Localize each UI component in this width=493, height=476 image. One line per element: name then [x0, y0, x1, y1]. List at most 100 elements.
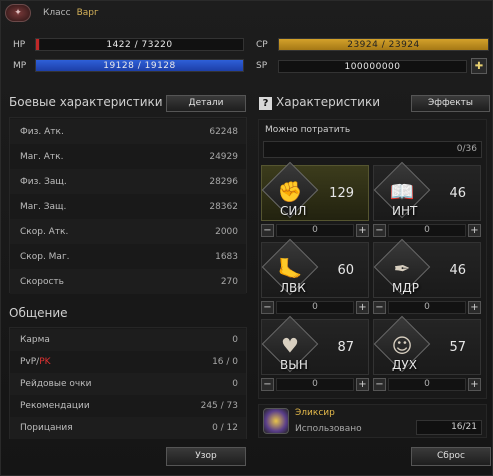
- stat-card[interactable]: ☺ ДУХ 57: [373, 315, 481, 375]
- stat-controls: −0 +: [261, 377, 369, 391]
- pvp-label: PvP/: [20, 357, 40, 367]
- social-row-recommendations: Рекомендации 245 / 73: [10, 395, 246, 417]
- stat-tile-1: 📖 ИНТ 46 −0 +: [373, 161, 481, 239]
- cp-value: 23924 / 23924: [347, 40, 420, 50]
- combat-stats-panel: Физ. Атк. 62248 Маг. Атк. 24929 Физ. Защ. 282…: [9, 117, 247, 294]
- combat-stat-row: Физ. Защ. 28296: [10, 169, 246, 194]
- effects-button[interactable]: Эффекты: [411, 95, 490, 112]
- mp-label: MP: [13, 60, 27, 71]
- social-row-pvp: PvP/PK 16 / 0: [10, 351, 246, 373]
- help-icon[interactable]: ?: [259, 97, 272, 110]
- stat-value: 46: [449, 263, 466, 278]
- stat-plus-button[interactable]: +: [468, 377, 481, 391]
- social-row-karma: Карма 0: [10, 329, 246, 351]
- stat-value: 57: [449, 340, 466, 355]
- combat-stat-row: Маг. Атк. 24929: [10, 144, 246, 169]
- stat-controls: −0 +: [373, 377, 481, 391]
- combat-stat-label: Маг. Атк.: [20, 151, 64, 162]
- stat-plus-button[interactable]: +: [356, 377, 369, 391]
- stat-tile-3: ✒ МДР 46−0 +: [373, 238, 481, 316]
- stat-name: ВЫН: [280, 358, 308, 372]
- stat-controls: −0 +: [261, 223, 369, 237]
- elixir-title: Эликсир: [295, 408, 335, 418]
- stat-plus-button[interactable]: +: [356, 300, 369, 314]
- combat-stat-label: Физ. Защ.: [20, 176, 67, 187]
- reset-button[interactable]: Сброс: [411, 447, 491, 466]
- combat-stat-row: Маг. Защ. 28362: [10, 194, 246, 219]
- social-row-label: Рекомендации: [20, 401, 90, 411]
- details-button[interactable]: Детали: [166, 95, 246, 112]
- cp-bar: 23924 / 23924: [278, 38, 489, 51]
- social-row-label: Порицания: [20, 423, 73, 433]
- stat-plus-button[interactable]: +: [468, 223, 481, 237]
- stat-points-input[interactable]: 0: [276, 377, 354, 391]
- stat-tile-5: ☺ ДУХ 57−0 +: [373, 315, 481, 393]
- can-spend-field: 0/36: [263, 141, 482, 158]
- character-info-window: ✦ Класс Варг HP 1422 / 73220 MP 19128 / …: [0, 0, 493, 476]
- sp-bonus-button[interactable]: ✚: [471, 58, 487, 74]
- pk-label: PK: [39, 357, 51, 367]
- stat-name: СИЛ: [280, 204, 307, 218]
- combat-stat-row: Физ. Атк. 62248: [10, 119, 246, 144]
- stat-points-input[interactable]: 0: [388, 223, 466, 237]
- combat-stat-label: Скорость: [20, 276, 64, 287]
- combat-stat-label: Физ. Атк.: [20, 126, 64, 137]
- combat-stat-row: Скор. Атк. 2000: [10, 219, 246, 244]
- hp-label: HP: [13, 39, 26, 50]
- elixir-count: 16/21: [416, 420, 482, 435]
- pattern-button[interactable]: Узор: [166, 447, 246, 466]
- stat-points-input[interactable]: 0: [276, 300, 354, 314]
- social-row-value: 0: [232, 335, 238, 345]
- stat-minus-button[interactable]: −: [373, 377, 386, 391]
- mp-value: 19128 / 19128: [103, 61, 176, 71]
- can-spend-label: Можно потратить: [265, 125, 351, 135]
- stat-points-input[interactable]: 0: [388, 377, 466, 391]
- stat-card[interactable]: ✒ МДР 46: [373, 238, 481, 298]
- sp-bar: 100000000: [278, 59, 467, 73]
- stat-value: 87: [337, 340, 354, 355]
- stat-tile-0: ✊ СИЛ 129−0 +: [261, 161, 369, 239]
- stat-value: 60: [337, 263, 354, 278]
- stat-name: ЛВК: [280, 281, 306, 295]
- sp-row: SP 100000000 ✚: [256, 58, 487, 74]
- stats-title: Характеристики: [276, 95, 381, 109]
- stat-minus-button[interactable]: −: [373, 300, 386, 314]
- stat-points-input[interactable]: 0: [388, 300, 466, 314]
- hp-row: HP 1422 / 73220: [13, 38, 244, 51]
- stat-value: 46: [449, 186, 466, 201]
- combat-stat-value: 2000: [215, 226, 238, 237]
- stat-minus-button[interactable]: −: [261, 300, 274, 314]
- stat-card[interactable]: 🦶 ЛВК 60: [261, 238, 369, 298]
- stat-tile-2: 🦶 ЛВК 60−0 +: [261, 238, 369, 316]
- class-value: Варг: [76, 8, 99, 18]
- social-title: Общение: [9, 306, 68, 320]
- sp-label: SP: [256, 61, 268, 71]
- mp-row: MP 19128 / 19128: [13, 59, 244, 72]
- stat-minus-button[interactable]: −: [261, 377, 274, 391]
- sp-value: 100000000: [344, 61, 401, 72]
- stat-plus-button[interactable]: +: [356, 223, 369, 237]
- combat-stat-label: Скор. Атк.: [20, 226, 69, 237]
- class-label: Класс: [43, 8, 71, 18]
- stat-minus-button[interactable]: −: [261, 223, 274, 237]
- combat-stat-label: Скор. Маг.: [20, 251, 70, 262]
- hp-value: 1422 / 73220: [106, 40, 173, 50]
- stat-tile-4: ♥ ВЫН 87−0 +: [261, 315, 369, 393]
- stat-plus-button[interactable]: +: [468, 300, 481, 314]
- stat-card[interactable]: 📖 ИНТ 46: [373, 161, 481, 221]
- stat-name: ДУХ: [392, 358, 417, 372]
- stat-points-input[interactable]: 0: [276, 223, 354, 237]
- stat-card[interactable]: ✊ СИЛ 129: [261, 161, 369, 221]
- combat-title: Боевые характеристики: [9, 95, 163, 109]
- cp-label: CP: [256, 39, 268, 50]
- social-row-raid: Рейдовые очки 0: [10, 373, 246, 395]
- stat-name: МДР: [392, 281, 419, 295]
- combat-stat-value: 1683: [215, 251, 238, 262]
- social-row-value: 245 / 73: [200, 401, 238, 411]
- combat-stat-row: Скор. Маг. 1683: [10, 244, 246, 269]
- stat-value: 129: [329, 186, 354, 201]
- social-panel: Карма 0 PvP/PK 16 / 0 Рейдовые очки 0 Ре…: [9, 327, 247, 439]
- stat-card[interactable]: ♥ ВЫН 87: [261, 315, 369, 375]
- elixir-panel: Эликсир Использовано 16/21: [258, 404, 487, 438]
- stat-minus-button[interactable]: −: [373, 223, 386, 237]
